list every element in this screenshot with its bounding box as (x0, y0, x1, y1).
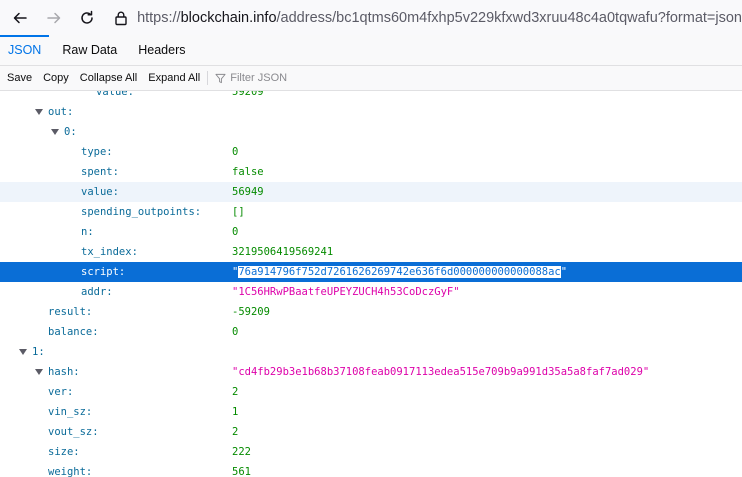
url-domain: blockchain.info (180, 9, 277, 26)
selected-text[interactable]: 76a914796f752d7261626269742e636f6d000000… (238, 266, 561, 278)
json-value: "cd4fb29b3e1b68b37108feab0917113edea515e… (232, 366, 650, 378)
json-tree: value: 59209 out: 0: type: 0 spent: fals… (0, 91, 742, 477)
json-value: 0 (232, 146, 239, 158)
json-key: balance: (48, 326, 99, 338)
json-value: 561 (232, 466, 251, 477)
arrow-right-icon (46, 12, 60, 23)
json-key: 0: (64, 126, 77, 138)
tab-json[interactable]: JSON (0, 35, 50, 66)
json-key: result: (48, 306, 93, 318)
expand-all-button[interactable]: Expand All (144, 66, 204, 91)
viewer-tabs: JSON Raw Data Headers (0, 35, 742, 66)
json-value: "1C56HRwPBaatfeUPEYZUCH4h53CoDczGyF" (232, 286, 460, 298)
json-row[interactable]: vin_sz: 1 (0, 402, 742, 422)
filter (215, 72, 431, 84)
expand-triangle-icon[interactable] (35, 369, 43, 375)
lock-icon[interactable] (113, 10, 129, 26)
filter-input[interactable] (230, 72, 431, 84)
json-row[interactable]: 1: (0, 342, 742, 362)
json-value: [] (232, 206, 245, 218)
json-key: addr: (81, 286, 113, 298)
json-row-selected[interactable]: script: "76a914796f752d7261626269742e636… (0, 262, 742, 282)
json-value: 2 (232, 386, 239, 398)
json-row[interactable]: result: -59209 (0, 302, 742, 322)
address-bar[interactable]: https://blockchain.info/address/bc1qtms6… (113, 4, 742, 32)
json-key: 1: (32, 346, 45, 358)
json-key: type: (81, 146, 113, 158)
expand-triangle-icon[interactable] (19, 349, 27, 355)
json-key: size: (48, 446, 80, 458)
json-value: 0 (232, 326, 239, 338)
json-value: 3219506419569241 (232, 246, 334, 258)
json-key: value: (96, 91, 134, 98)
json-row[interactable]: n: 0 (0, 222, 742, 242)
json-toolbar: Save Copy Collapse All Expand All (0, 66, 742, 91)
tab-headers[interactable]: Headers (130, 35, 193, 66)
url-text[interactable]: https://blockchain.info/address/bc1qtms6… (137, 10, 742, 26)
tab-raw-data[interactable]: Raw Data (54, 35, 125, 66)
arrow-left-icon (13, 12, 27, 23)
json-value: 0 (232, 226, 239, 238)
json-row[interactable]: value: 56949 (0, 182, 742, 202)
json-row[interactable]: vout_sz: 2 (0, 422, 742, 442)
json-row[interactable]: balance: 0 (0, 322, 742, 342)
reload-icon (81, 10, 93, 24)
reload-button[interactable] (73, 4, 101, 32)
json-row[interactable]: hash: "cd4fb29b3e1b68b37108feab0917113ed… (0, 362, 742, 382)
expand-triangle-icon[interactable] (51, 129, 59, 135)
json-key: tx_index: (81, 246, 138, 258)
json-key: spent: (81, 166, 119, 178)
json-row[interactable]: addr: "1C56HRwPBaatfeUPEYZUCH4h53CoDczGy… (0, 282, 742, 302)
json-row[interactable]: type: 0 (0, 142, 742, 162)
json-key: out: (48, 106, 74, 118)
json-row[interactable]: 0: (0, 122, 742, 142)
back-button[interactable] (6, 4, 34, 32)
json-key: script: (81, 266, 126, 278)
json-value: 2 (232, 426, 239, 438)
json-row[interactable]: spent: false (0, 162, 742, 182)
json-value: false (232, 166, 264, 178)
expand-triangle-icon[interactable] (35, 109, 43, 115)
json-value: 56949 (232, 186, 264, 198)
forward-button[interactable] (40, 4, 68, 32)
toolbar-divider (207, 71, 209, 85)
url-prefix: https:// (137, 9, 181, 26)
json-key: vin_sz: (48, 406, 93, 418)
json-key: vout_sz: (48, 426, 99, 438)
json-value: 222 (232, 446, 251, 458)
filter-icon (215, 73, 226, 83)
json-key: ver: (48, 386, 74, 398)
json-key: spending_outpoints: (81, 206, 202, 218)
browser-toolbar: https://blockchain.info/address/bc1qtms6… (0, 0, 742, 35)
json-row[interactable]: spending_outpoints: [] (0, 202, 742, 222)
json-value[interactable]: "76a914796f752d7261626269742e636f6d00000… (232, 262, 567, 282)
url-path: /address/bc1qtms60m4fxhp5v229kfxwd3xruu4… (276, 9, 742, 26)
json-value: -59209 (232, 306, 270, 318)
json-value: 59209 (232, 91, 264, 98)
quote-close: " (560, 266, 568, 278)
json-key: value: (81, 186, 119, 198)
json-key: weight: (48, 466, 93, 477)
json-row[interactable]: value: 59209 (0, 91, 742, 102)
json-row[interactable]: ver: 2 (0, 382, 742, 402)
json-row[interactable]: out: (0, 102, 742, 122)
save-button[interactable]: Save (3, 66, 36, 91)
json-row[interactable]: tx_index: 3219506419569241 (0, 242, 742, 262)
json-row[interactable]: weight: 561 (0, 462, 742, 477)
copy-button[interactable]: Copy (39, 66, 73, 91)
json-key: n: (81, 226, 94, 238)
collapse-all-button[interactable]: Collapse All (76, 66, 141, 91)
json-key: hash: (48, 366, 80, 378)
json-row[interactable]: size: 222 (0, 442, 742, 462)
json-value: 1 (232, 406, 239, 418)
